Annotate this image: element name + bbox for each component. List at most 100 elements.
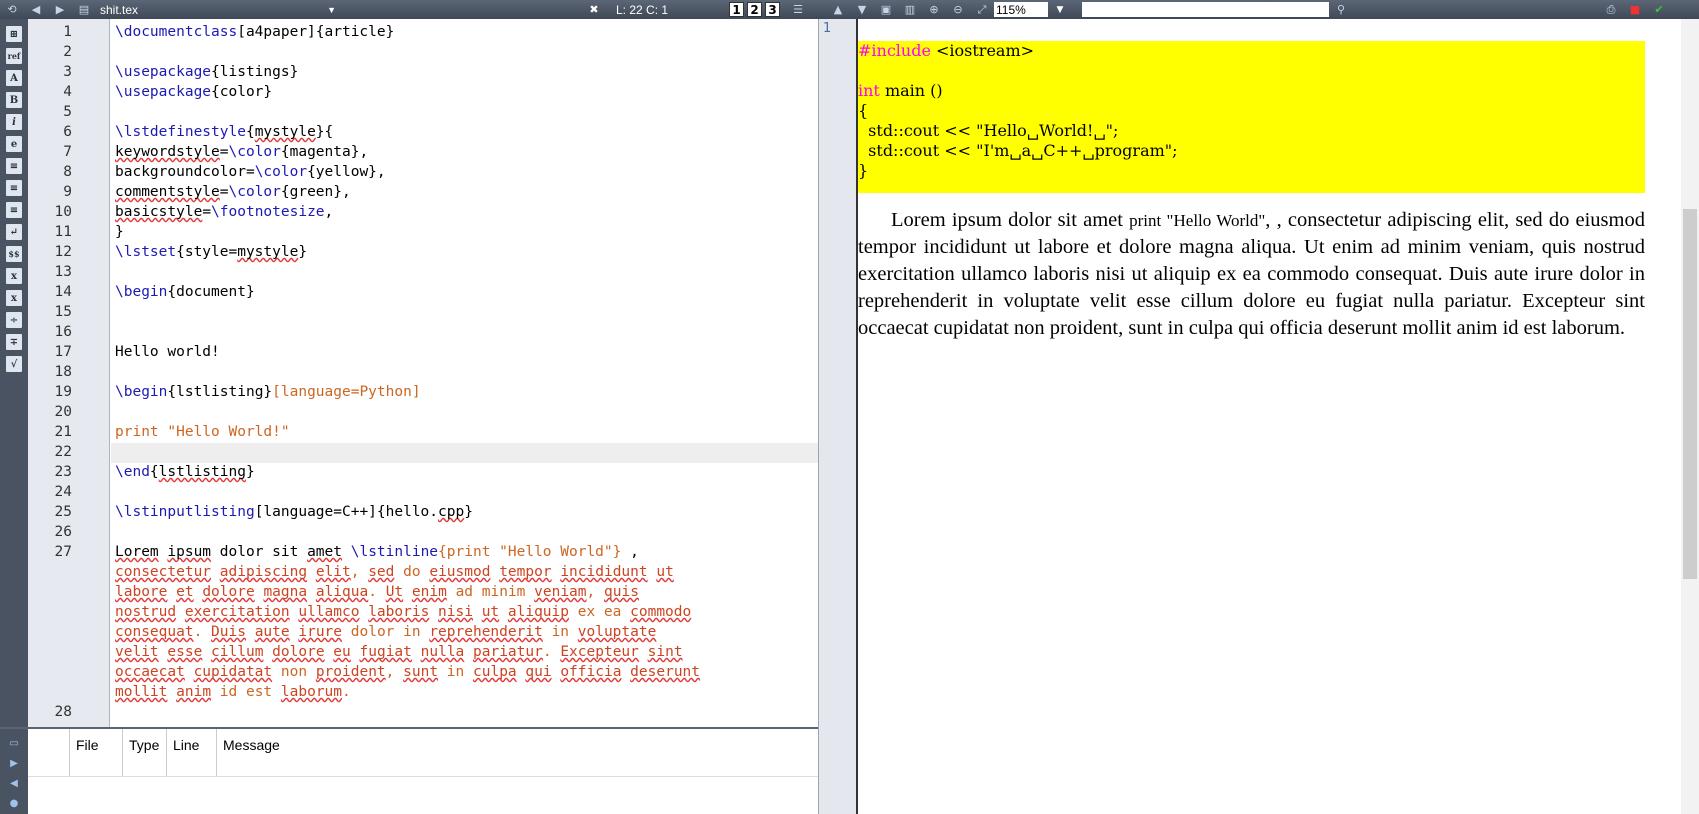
- arrow-down-icon[interactable]: ▼: [854, 3, 870, 17]
- code-line-27c: labore et dolore magna aliqua. Ut enim a…: [115, 584, 639, 600]
- bold-icon[interactable]: B: [6, 92, 22, 108]
- sqrt-icon[interactable]: √: [6, 356, 22, 372]
- forward-arrow-icon[interactable]: ▶: [52, 3, 68, 17]
- log-table-header: File Type Line Message: [28, 729, 818, 777]
- line-number: 6: [63, 124, 72, 140]
- include-icon[interactable]: ⊞: [6, 26, 22, 42]
- code-line-27h: mollit anim id est laborum.: [115, 684, 351, 700]
- log-col-type[interactable]: Type: [123, 729, 167, 776]
- line-number: 13: [54, 264, 72, 280]
- align-left-icon[interactable]: ≡: [6, 158, 22, 174]
- viewer-scrollbar[interactable]: [1681, 19, 1699, 814]
- code-line-10: basicstyle=\footnotesize,: [115, 204, 334, 220]
- line-number: 25: [54, 504, 72, 520]
- align-center-icon[interactable]: ≡: [6, 180, 22, 196]
- check-icon[interactable]: ✔: [1651, 3, 1667, 17]
- code-line-1: \documentclass[a4paper]{article}: [115, 24, 395, 40]
- line-number: 20: [54, 404, 72, 420]
- dfrac-icon[interactable]: ∓: [6, 334, 22, 350]
- zoom-chevron-down-icon[interactable]: ▼: [1052, 3, 1068, 17]
- line-number: 19: [54, 384, 72, 400]
- line-number: 1: [63, 24, 72, 40]
- log-col-file[interactable]: File: [70, 729, 123, 776]
- listing-line-5: std::cout << "Hello␣World!␣";: [858, 121, 1119, 140]
- log-toolbar: ▭ ▶ ◀ ●: [0, 729, 28, 814]
- viewer-page-column: 1: [818, 19, 856, 814]
- font-size-icon[interactable]: A: [6, 70, 22, 86]
- italic-icon[interactable]: i: [6, 114, 22, 130]
- zoom-select[interactable]: 115%: [994, 2, 1048, 17]
- next-icon[interactable]: ▶: [7, 756, 21, 770]
- listing-line-1: #include <iostream>: [858, 41, 1035, 60]
- line-number: 24: [54, 484, 72, 500]
- view-button-2[interactable]: 2: [747, 2, 762, 17]
- code-line-27d: nostrud exercitation ullamco laboris nis…: [115, 604, 692, 620]
- previous-icon[interactable]: ◀: [7, 776, 21, 790]
- code-line-6: \lstdefinestyle{mystyle}{: [115, 124, 334, 140]
- emphasis-icon[interactable]: e: [6, 136, 22, 152]
- page-icon[interactable]: ▣: [878, 3, 894, 17]
- listing-line-4: {: [858, 101, 869, 120]
- code-line-23: \end{lstlisting}: [115, 464, 255, 480]
- file-icon: ▤: [78, 3, 90, 16]
- code-editor[interactable]: 1 2 3 4 5 6 7 8 9 10 11 12 13 14 15 16 1…: [28, 19, 845, 727]
- inline-code: print "Hello World": [1129, 211, 1266, 230]
- log-col-blank: [28, 729, 70, 776]
- code-line-8: backgroundcolor=\color{yellow},: [115, 164, 386, 180]
- arrow-up-icon[interactable]: ▲: [830, 3, 846, 17]
- math-mode-icon[interactable]: $$: [6, 246, 22, 262]
- code-line-27f: velit esse cillum dolore eu fugiat nulla…: [115, 644, 683, 660]
- line-number-gutter: 1 2 3 4 5 6 7 8 9 10 11 12 13 14 15 16 1…: [28, 19, 110, 727]
- line-number: 4: [63, 84, 72, 100]
- binoculars-icon[interactable]: ⚲: [1333, 3, 1349, 17]
- line-number: 17: [54, 344, 72, 360]
- ref-icon[interactable]: ref: [6, 48, 22, 64]
- pdf-viewer[interactable]: #include <iostream> int main () { std::c…: [856, 19, 1681, 814]
- search-input[interactable]: [1082, 2, 1329, 17]
- fraction-icon[interactable]: ÷: [6, 312, 22, 328]
- view-button-3[interactable]: 3: [765, 2, 780, 17]
- line-number: 11: [54, 224, 72, 240]
- log-col-message[interactable]: Message: [217, 729, 818, 776]
- page-number: 1: [823, 21, 832, 36]
- align-right-icon[interactable]: ≡: [6, 202, 22, 218]
- back-arrow-icon[interactable]: ◀: [28, 3, 44, 17]
- zoom-out-icon[interactable]: ⊖: [950, 3, 966, 17]
- code-line-11: }: [115, 224, 124, 240]
- listing-line-6: std::cout << "I'm␣a␣C++␣program";: [858, 141, 1178, 160]
- listing-line-7: }: [858, 161, 869, 180]
- stop-icon[interactable]: ●: [7, 796, 21, 810]
- viewer-scrollbar-thumb[interactable]: [1683, 209, 1697, 579]
- line-number: 5: [63, 104, 72, 120]
- code-line-9: commentstyle=\color{green},: [115, 184, 351, 200]
- line-number: 2: [63, 44, 72, 60]
- code-line-4: \usepackage{color}: [115, 84, 273, 100]
- pdf-icon[interactable]: ■: [1627, 3, 1643, 17]
- print-icon[interactable]: ⎙: [1603, 3, 1619, 17]
- code-line-19: \begin{lstlisting}[language=Python]: [115, 384, 421, 400]
- view-button-1[interactable]: 1: [729, 2, 744, 17]
- code-line-21: print "Hello World!": [115, 424, 290, 440]
- line-number: 3: [63, 64, 72, 80]
- log-col-line[interactable]: Line: [167, 729, 217, 776]
- file-selector[interactable]: shit.tex ▼: [96, 3, 336, 17]
- line-number: 8: [63, 164, 72, 180]
- listing-line-3: int main (): [858, 81, 943, 100]
- zoom-in-icon[interactable]: ⊕: [926, 3, 942, 17]
- superscript-icon[interactable]: x: [6, 290, 22, 306]
- code-listing-block: #include <iostream> int main () { std::c…: [858, 41, 1645, 193]
- structure-icon[interactable]: ⟲: [4, 3, 20, 17]
- top-toolbar: ⟲ ◀ ▶ ▤ shit.tex ▼ ✖ L: 22 C: 1 1 2 3 ☰ …: [0, 0, 1699, 19]
- pages-icon[interactable]: ▥: [902, 3, 918, 17]
- cursor-position: L: 22 C: 1: [616, 2, 669, 17]
- terminal-icon[interactable]: ▭: [7, 736, 21, 750]
- subscript-icon[interactable]: x: [6, 268, 22, 284]
- line-number: 18: [54, 364, 72, 380]
- fit-icon[interactable]: ⤢: [974, 3, 990, 17]
- close-icon[interactable]: ✖: [586, 3, 602, 17]
- newline-icon[interactable]: ↵: [6, 224, 22, 240]
- latex-toolbar: ⊞ ref A B i e ≡ ≡ ≡ ↵ $$ x x ÷ ∓ √: [0, 19, 28, 727]
- line-number: 7: [63, 144, 72, 160]
- code-line-7: keywordstyle=\color{magenta},: [115, 144, 369, 160]
- list-icon[interactable]: ☰: [790, 3, 806, 17]
